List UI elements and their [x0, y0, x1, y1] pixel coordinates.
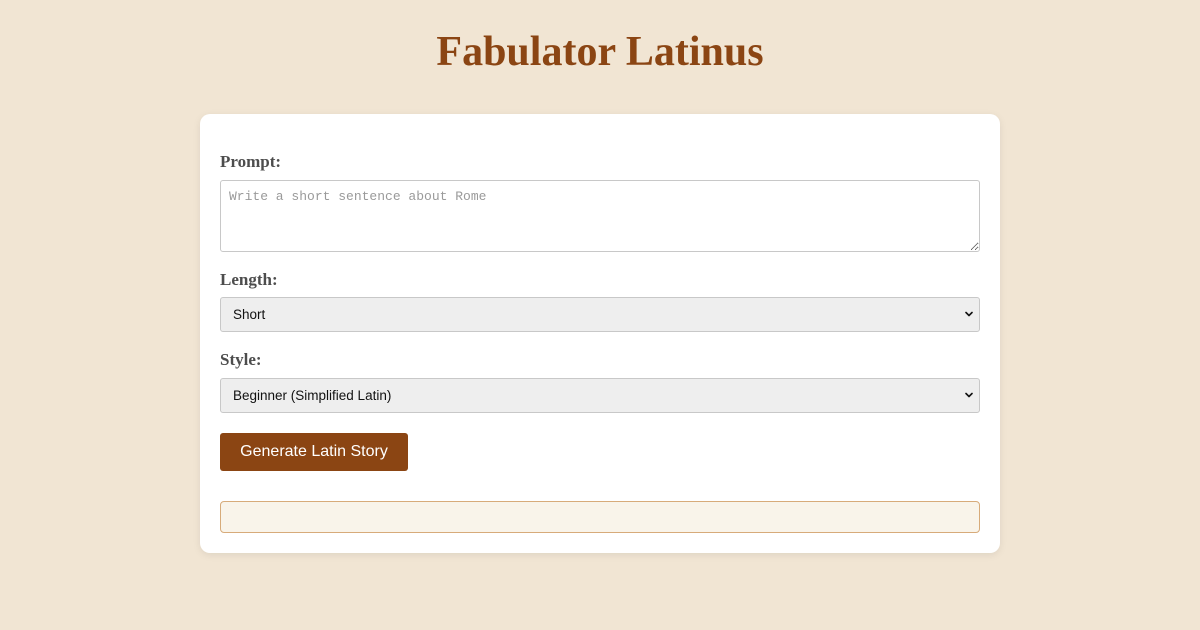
- chevron-down-icon: [965, 392, 973, 398]
- style-select-value: Beginner (Simplified Latin): [233, 388, 392, 403]
- length-select-value: Short: [233, 307, 266, 322]
- prompt-label: Prompt:: [220, 152, 282, 171]
- length-select[interactable]: Short: [220, 297, 980, 332]
- length-label: Length:: [220, 270, 278, 289]
- generate-story-button[interactable]: Generate Latin Story: [220, 433, 408, 471]
- story-form-card: Prompt: Length: Short Style: Beginner (S…: [200, 114, 1000, 553]
- story-output: [220, 501, 980, 533]
- chevron-down-icon: [965, 311, 973, 317]
- style-select[interactable]: Beginner (Simplified Latin): [220, 378, 980, 413]
- style-label: Style:: [220, 350, 262, 369]
- prompt-input[interactable]: [220, 180, 980, 252]
- page-title: Fabulator Latinus: [436, 29, 764, 75]
